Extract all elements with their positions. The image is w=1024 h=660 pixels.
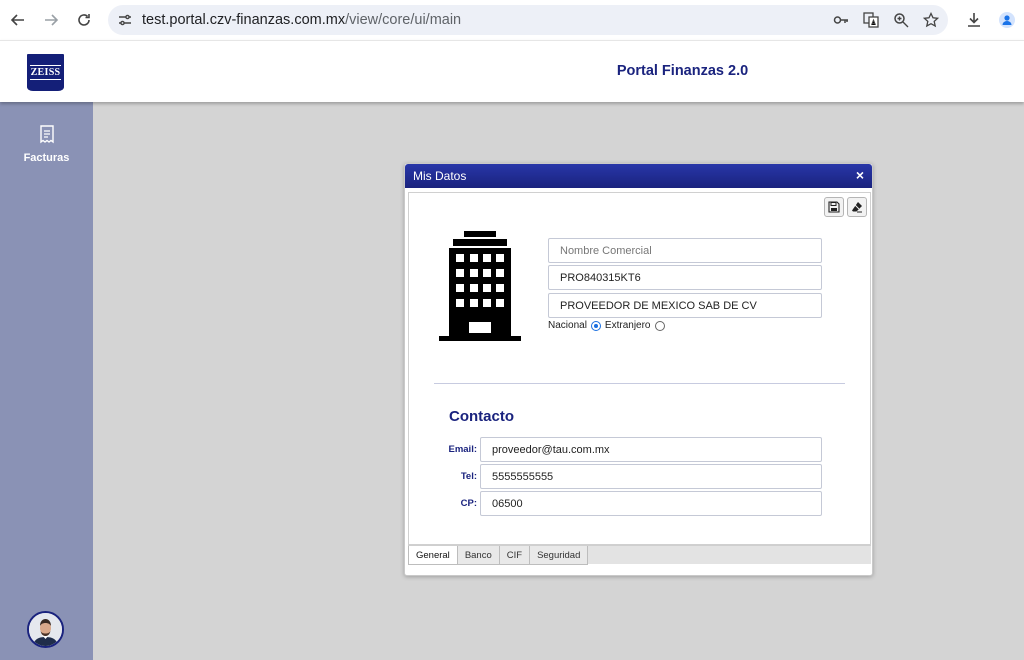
dialog-header: Mis Datos × xyxy=(405,164,872,188)
nombre-comercial-input[interactable]: Nombre Comercial xyxy=(548,238,822,263)
url-path: /view/core/ui/main xyxy=(345,12,462,28)
app-header: ZEISS Portal Finanzas 2.0 xyxy=(0,40,1024,102)
dialog-body: Nombre Comercial PRO840315KT6 PROVEEDOR … xyxy=(408,192,871,545)
divider xyxy=(434,383,845,384)
star-icon[interactable] xyxy=(922,11,940,29)
email-label: Email: xyxy=(448,444,477,455)
key-icon[interactable] xyxy=(832,11,850,29)
translate-icon[interactable] xyxy=(862,11,880,29)
avatar[interactable] xyxy=(27,611,64,648)
url-text: test.portal.czv-finanzas.com.mx/view/cor… xyxy=(142,12,461,28)
mis-datos-dialog: Mis Datos × Nombre Comercial PRO840315KT… xyxy=(404,163,873,576)
extranjero-radio[interactable] xyxy=(654,320,665,331)
dialog-tabs: General Banco CIF Seguridad xyxy=(408,545,871,565)
razon-social-input[interactable]: PROVEEDOR DE MEXICO SAB DE CV xyxy=(548,293,822,318)
tel-label: Tel: xyxy=(460,471,477,482)
tel-field[interactable]: 5555555555 xyxy=(480,464,822,489)
eraser-icon xyxy=(852,202,862,213)
tab-general[interactable]: General xyxy=(408,546,458,565)
contacto-title: Contacto xyxy=(449,408,514,425)
cp-field[interactable]: 06500 xyxy=(480,491,822,516)
invoice-icon xyxy=(39,125,54,144)
download-icon[interactable] xyxy=(962,8,986,32)
dialog-title: Mis Datos xyxy=(413,169,467,183)
sidebar-item-facturas[interactable]: Facturas xyxy=(0,124,93,166)
save-button[interactable] xyxy=(824,197,844,217)
zoom-icon[interactable] xyxy=(892,11,910,29)
profile-icon[interactable] xyxy=(995,8,1019,32)
cp-label: CP: xyxy=(460,498,477,509)
close-icon[interactable]: × xyxy=(856,168,864,182)
tab-banco[interactable]: Banco xyxy=(456,546,500,565)
site-info-icon[interactable] xyxy=(117,12,133,33)
back-icon[interactable] xyxy=(6,8,30,32)
nacional-label: Nacional xyxy=(548,320,587,331)
building-icon xyxy=(439,231,521,341)
forward-icon[interactable] xyxy=(39,8,63,32)
browser-toolbar: test.portal.czv-finanzas.com.mx/view/cor… xyxy=(0,0,1024,40)
nacional-radio[interactable] xyxy=(590,320,601,331)
sidebar-item-label: Facturas xyxy=(23,152,70,164)
reload-icon[interactable] xyxy=(72,8,96,32)
clear-button[interactable] xyxy=(847,197,867,217)
save-icon xyxy=(828,201,840,213)
extranjero-label: Extranjero xyxy=(604,320,651,331)
tab-seguridad[interactable]: Seguridad xyxy=(529,546,589,565)
tab-cif[interactable]: CIF xyxy=(498,546,531,565)
sidebar: Facturas xyxy=(0,102,93,660)
url-host: test.portal.czv-finanzas.com.mx xyxy=(142,12,346,28)
origen-radio-group: Nacional Extranjero xyxy=(548,320,667,331)
app-title: Portal Finanzas 2.0 xyxy=(616,63,749,79)
email-field[interactable]: proveedor@tau.com.mx xyxy=(480,437,822,462)
address-bar[interactable]: test.portal.czv-finanzas.com.mx/view/cor… xyxy=(108,5,948,35)
rfc-input[interactable]: PRO840315KT6 xyxy=(548,265,822,290)
